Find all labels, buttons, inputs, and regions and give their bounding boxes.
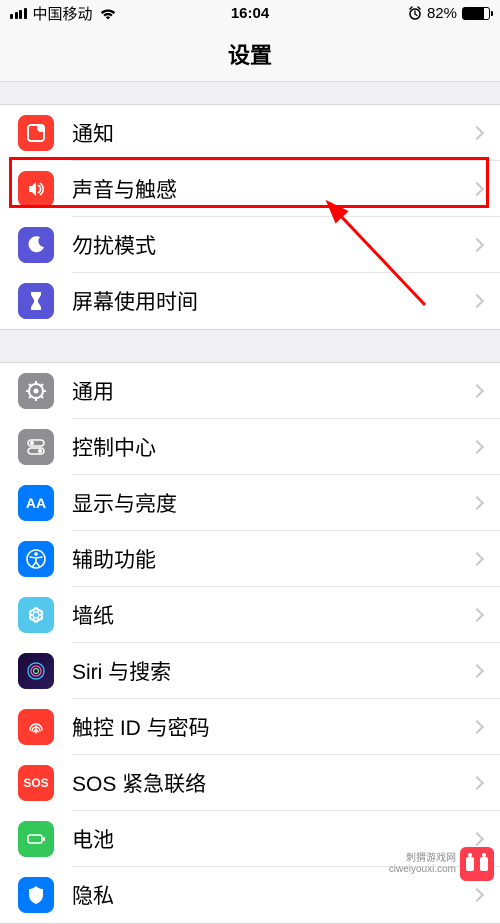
chevron-right-icon <box>470 384 484 398</box>
carrier-label: 中国移动 <box>33 3 93 24</box>
notifications-icon <box>18 115 54 151</box>
signal-icon <box>10 8 27 19</box>
status-bar: 中国移动 16:04 82% <box>0 0 500 26</box>
battery-percent: 82% <box>427 5 457 22</box>
row-label: Siri 与搜索 <box>72 656 472 686</box>
chevron-right-icon <box>470 440 484 454</box>
row-label: 声音与触感 <box>72 174 472 204</box>
row-label: 通知 <box>72 118 472 148</box>
wifi-icon <box>99 7 117 20</box>
row-notifications[interactable]: 通知 <box>0 105 500 161</box>
row-label: 隐私 <box>72 880 472 910</box>
chevron-right-icon <box>470 126 484 140</box>
row-label: 辅助功能 <box>72 544 472 574</box>
chevron-right-icon <box>470 182 484 196</box>
row-label: 控制中心 <box>72 432 472 462</box>
row-display[interactable]: AA 显示与亮度 <box>0 475 500 531</box>
watermark: 刺猬游戏网 ciweiyouxi.com <box>389 847 494 881</box>
accessibility-icon <box>18 541 54 577</box>
clock: 16:04 <box>231 5 269 22</box>
wallpaper-icon <box>18 597 54 633</box>
dnd-icon <box>18 227 54 263</box>
chevron-right-icon <box>470 664 484 678</box>
chevron-right-icon <box>470 294 484 308</box>
privacy-icon <box>18 877 54 913</box>
row-label: 通用 <box>72 376 472 406</box>
row-sounds[interactable]: 声音与触感 <box>0 161 500 217</box>
row-dnd[interactable]: 勿扰模式 <box>0 217 500 273</box>
screentime-icon <box>18 283 54 319</box>
chevron-right-icon <box>470 720 484 734</box>
touchid-icon <box>18 709 54 745</box>
row-screentime[interactable]: 屏幕使用时间 <box>0 273 500 329</box>
chevron-right-icon <box>470 552 484 566</box>
row-sos[interactable]: SOS SOS 紧急联络 <box>0 755 500 811</box>
chevron-right-icon <box>470 776 484 790</box>
alarm-icon <box>408 6 422 20</box>
chevron-right-icon <box>470 832 484 846</box>
siri-icon <box>18 653 54 689</box>
controlcenter-icon <box>18 429 54 465</box>
watermark-line2: ciweiyouxi.com <box>389 864 456 875</box>
row-siri[interactable]: Siri 与搜索 <box>0 643 500 699</box>
sounds-icon <box>18 171 54 207</box>
row-label: 屏幕使用时间 <box>72 286 472 316</box>
chevron-right-icon <box>470 496 484 510</box>
row-label: 墙纸 <box>72 600 472 630</box>
row-accessibility[interactable]: 辅助功能 <box>0 531 500 587</box>
row-label: 勿扰模式 <box>72 230 472 260</box>
watermark-logo-icon <box>460 847 494 881</box>
row-general[interactable]: 通用 <box>0 363 500 419</box>
battery-icon <box>462 7 490 20</box>
sos-icon: SOS <box>18 765 54 801</box>
display-icon: AA <box>18 485 54 521</box>
page-title: 设置 <box>0 26 500 82</box>
row-controlcenter[interactable]: 控制中心 <box>0 419 500 475</box>
row-wallpaper[interactable]: 墙纸 <box>0 587 500 643</box>
chevron-right-icon <box>470 238 484 252</box>
row-touchid[interactable]: 触控 ID 与密码 <box>0 699 500 755</box>
row-label: SOS 紧急联络 <box>72 768 472 798</box>
chevron-right-icon <box>470 608 484 622</box>
watermark-line1: 刺猬游戏网 <box>389 853 456 864</box>
row-label: 触控 ID 与密码 <box>72 712 472 742</box>
battery-row-icon <box>18 821 54 857</box>
settings-group-1: 通知 声音与触感 勿扰模式 屏幕使用时间 <box>0 104 500 330</box>
row-label: 显示与亮度 <box>72 488 472 518</box>
general-icon <box>18 373 54 409</box>
chevron-right-icon <box>470 888 484 902</box>
settings-group-2: 通用 控制中心 AA 显示与亮度 辅助功能 墙纸 <box>0 362 500 924</box>
